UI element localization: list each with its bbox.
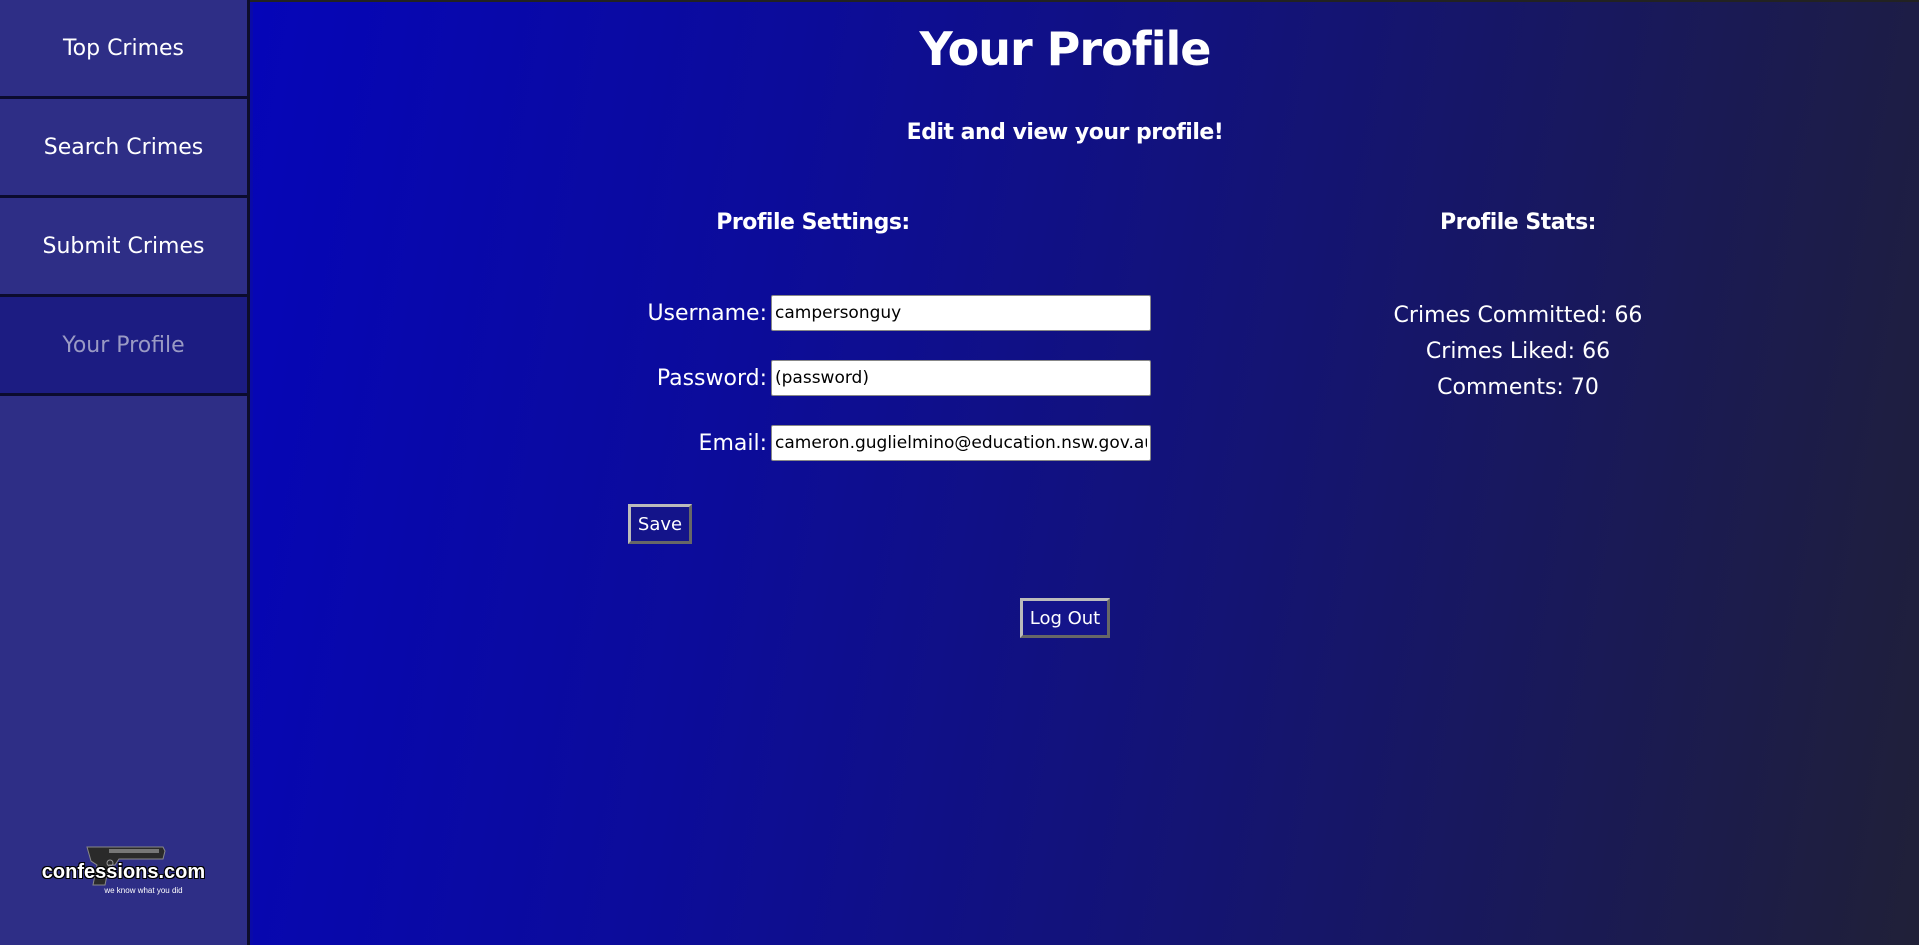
log-out-button[interactable]: Log Out	[1020, 598, 1110, 638]
site-logo[interactable]: confessions.com we know what you did	[0, 839, 247, 895]
main-content: Your Profile Edit and view your profile!…	[253, 2, 1919, 945]
logo-tagline: we know what you did	[104, 886, 183, 895]
sidebar-item-your-profile[interactable]: Your Profile	[0, 297, 247, 396]
sidebar-item-label: Search Crimes	[43, 134, 204, 160]
page-title: Your Profile	[919, 22, 1212, 76]
password-row: Password:	[353, 360, 1158, 396]
logo-wordmark: confessions.com	[41, 861, 206, 883]
username-label: Username:	[647, 300, 767, 326]
page-subtitle: Edit and view your profile!	[906, 120, 1224, 145]
crimes-committed-stat: Crimes Committed: 66	[1393, 303, 1643, 328]
sidebar: Top Crimes Search Crimes Submit Crimes Y…	[0, 0, 250, 945]
email-label: Email:	[698, 430, 767, 456]
password-field[interactable]	[771, 360, 1151, 396]
email-row: Email:	[353, 425, 1158, 461]
sidebar-item-label: Top Crimes	[62, 35, 185, 61]
password-label: Password:	[656, 365, 767, 391]
profile-stats-heading: Profile Stats:	[1440, 210, 1596, 235]
sidebar-item-search-crimes[interactable]: Search Crimes	[0, 99, 247, 198]
username-row: Username:	[353, 295, 1158, 331]
sidebar-item-label: Submit Crimes	[42, 233, 205, 259]
profile-settings-heading: Profile Settings:	[716, 210, 910, 235]
crimes-liked-stat: Crimes Liked: 66	[1425, 339, 1611, 364]
sidebar-item-label: Your Profile	[62, 332, 185, 358]
email-field[interactable]	[771, 425, 1151, 461]
comments-stat: Comments: 70	[1437, 375, 1599, 400]
username-field[interactable]	[771, 295, 1151, 331]
sidebar-item-top-crimes[interactable]: Top Crimes	[0, 0, 247, 99]
save-button[interactable]: Save	[628, 504, 692, 544]
sidebar-item-submit-crimes[interactable]: Submit Crimes	[0, 198, 247, 297]
profile-stats: Crimes Committed: 66 Crimes Liked: 66 Co…	[1318, 298, 1718, 406]
